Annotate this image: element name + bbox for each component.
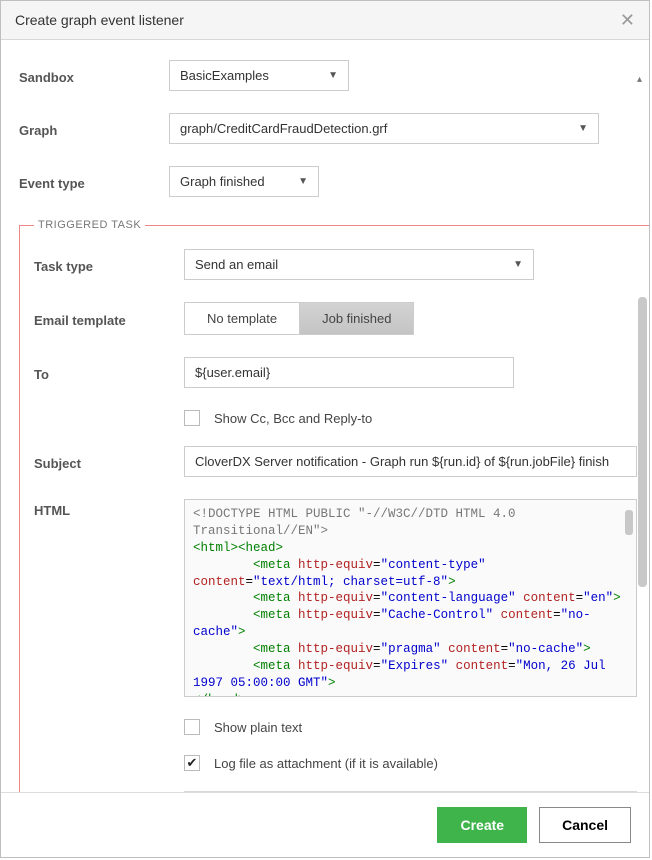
label-event-type: Event type [19, 172, 169, 191]
show-plain-label: Show plain text [214, 720, 302, 735]
label-sandbox: Sandbox [19, 66, 169, 85]
label-task-type: Task type [34, 255, 184, 274]
row-email-template: Email template No template Job finished [34, 302, 637, 335]
subject-input[interactable] [184, 446, 637, 477]
email-template-toggle: No template Job finished [184, 302, 414, 335]
row-show-plain: Show plain text [184, 719, 637, 735]
show-cc-checkbox[interactable] [184, 410, 200, 426]
graph-value: graph/CreditCardFraudDetection.grf [180, 121, 387, 136]
cancel-button[interactable]: Cancel [539, 807, 631, 843]
dialog-header: Create graph event listener ✕ [1, 1, 649, 40]
graph-select[interactable]: graph/CreditCardFraudDetection.grf ▼ [169, 113, 599, 144]
show-cc-label: Show Cc, Bcc and Reply-to [214, 411, 372, 426]
row-log-file: ✔ Log file as attachment (if it is avail… [184, 755, 637, 771]
row-html: HTML <!DOCTYPE HTML PUBLIC "-//W3C//DTD … [34, 499, 637, 697]
row-subject: Subject [34, 446, 637, 477]
dialog-footer: Create Cancel [1, 792, 649, 857]
row-sandbox: Sandbox BasicExamples ▼ [19, 60, 631, 91]
row-task-type: Task type Send an email ▼ [34, 249, 637, 280]
html-editor[interactable]: <!DOCTYPE HTML PUBLIC "-//W3C//DTD HTML … [184, 499, 637, 697]
chevron-down-icon: ▼ [298, 176, 308, 187]
job-finished-button[interactable]: Job finished [299, 303, 413, 334]
chevron-down-icon: ▼ [578, 123, 588, 134]
chevron-down-icon: ▼ [513, 259, 523, 270]
log-file-label: Log file as attachment (if it is availab… [214, 756, 438, 771]
label-email-template: Email template [34, 309, 184, 328]
row-graph: Graph graph/CreditCardFraudDetection.grf… [19, 113, 631, 144]
dialog-title: Create graph event listener [15, 12, 184, 28]
event-type-value: Graph finished [180, 174, 265, 189]
dialog-body: ▴ Sandbox BasicExamples ▼ Graph graph/Cr… [1, 40, 649, 792]
triggered-task-fieldset: TRIGGERED TASK Task type Send an email ▼… [19, 219, 649, 792]
sandbox-value: BasicExamples [180, 68, 269, 83]
show-plain-checkbox[interactable] [184, 719, 200, 735]
label-to: To [34, 363, 184, 382]
label-html: HTML [34, 499, 184, 518]
create-button[interactable]: Create [437, 807, 527, 843]
log-file-checkbox[interactable]: ✔ [184, 755, 200, 771]
sandbox-select[interactable]: BasicExamples ▼ [169, 60, 349, 91]
task-type-select[interactable]: Send an email ▼ [184, 249, 534, 280]
body-scrollbar-thumb[interactable] [638, 297, 647, 587]
event-type-select[interactable]: Graph finished ▼ [169, 166, 319, 197]
label-graph: Graph [19, 119, 169, 138]
row-to: To [34, 357, 637, 388]
close-icon[interactable]: ✕ [620, 11, 635, 29]
row-show-cc: Show Cc, Bcc and Reply-to [184, 410, 637, 426]
triggered-task-legend: TRIGGERED TASK [34, 219, 145, 231]
row-event-type: Event type Graph finished ▼ [19, 166, 631, 197]
no-template-button[interactable]: No template [185, 303, 299, 334]
label-subject: Subject [34, 452, 184, 471]
editor-scrollbar[interactable] [625, 510, 633, 535]
task-type-value: Send an email [195, 257, 278, 272]
chevron-down-icon: ▼ [328, 70, 338, 81]
dialog: Create graph event listener ✕ ▴ Sandbox … [0, 0, 650, 858]
to-input[interactable] [184, 357, 514, 388]
available-variables-accordion[interactable]: Available variables ⌄ [184, 791, 637, 792]
body-scrollbar-track[interactable] [638, 72, 647, 792]
